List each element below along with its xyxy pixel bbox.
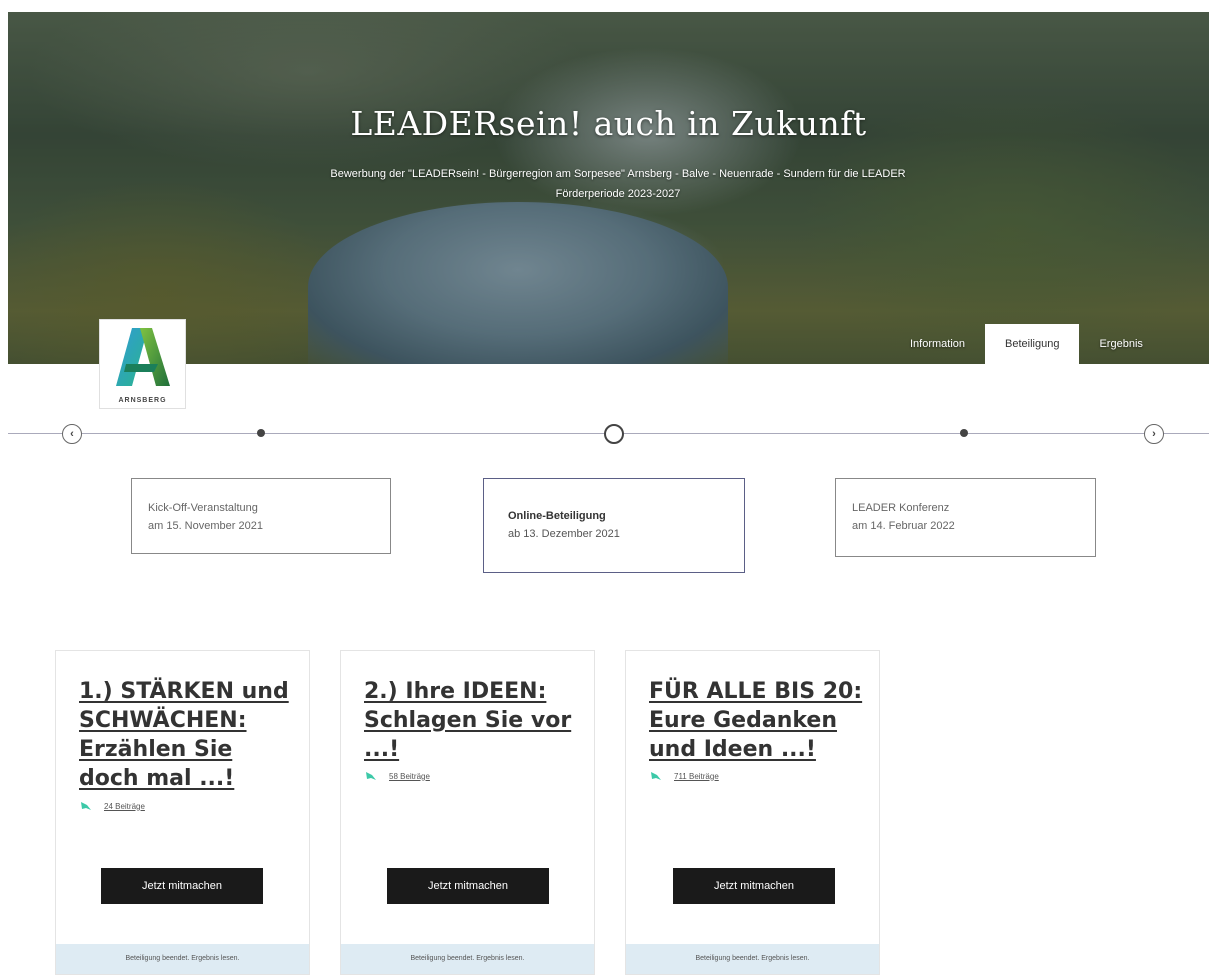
contributions-link[interactable]: 24 Beiträge <box>104 802 145 811</box>
contributions: 24 Beiträge <box>80 801 145 811</box>
event-date: am 15. November 2021 <box>148 520 263 532</box>
tab-information[interactable]: Information <box>890 324 985 364</box>
join-button[interactable]: Jetzt mitmachen <box>673 868 835 904</box>
card-footer-link[interactable]: Beteiligung beendet. Ergebnis lesen. <box>56 944 309 974</box>
contributions: 711 Beiträge <box>650 771 719 781</box>
timeline-dot-kickoff[interactable] <box>257 429 265 437</box>
timeline-event-kickoff[interactable]: Kick-Off-Veranstaltung am 15. November 2… <box>131 478 391 554</box>
participation-card: 1.) STÄRKEN und SCHWÄCHEN: Erzählen Sie … <box>55 650 310 975</box>
timeline-event-konferenz[interactable]: LEADER Konferenz am 14. Februar 2022 <box>835 478 1096 557</box>
hero-lake-image <box>308 202 728 364</box>
hero-banner: LEADERsein! auch in Zukunft Bewerbung de… <box>8 12 1209 364</box>
main-tabs: Information Beteiligung Ergebnis <box>890 324 1163 364</box>
timeline-prev-button[interactable]: ‹ <box>62 424 82 444</box>
event-title: Kick-Off-Veranstaltung <box>148 502 258 514</box>
event-title: Online-Beteiligung <box>508 510 606 522</box>
card-footer-link[interactable]: Beteiligung beendet. Ergebnis lesen. <box>626 944 879 974</box>
contributions: 58 Beiträge <box>365 771 430 781</box>
timeline-next-button[interactable]: › <box>1144 424 1164 444</box>
event-date: am 14. Februar 2022 <box>852 520 955 532</box>
speech-bubble-icon <box>81 802 91 810</box>
participation-card: FÜR ALLE BIS 20: Eure Gedanken und Ideen… <box>625 650 880 975</box>
card-title-link[interactable]: 1.) STÄRKEN und SCHWÄCHEN: Erzählen Sie … <box>79 677 295 793</box>
card-footer-link[interactable]: Beteiligung beendet. Ergebnis lesen. <box>341 944 594 974</box>
logo-text: ARNSBERG <box>118 397 167 404</box>
card-title-link[interactable]: 2.) Ihre IDEEN: Schlagen Sie vor ...! <box>364 677 580 764</box>
tab-ergebnis[interactable]: Ergebnis <box>1079 324 1162 364</box>
arnsberg-logo[interactable]: ARNSBERG <box>100 320 185 408</box>
speech-bubble-icon <box>651 772 661 780</box>
event-date: ab 13. Dezember 2021 <box>508 528 620 540</box>
speech-bubble-icon <box>366 772 376 780</box>
participation-card: 2.) Ihre IDEEN: Schlagen Sie vor ...! 58… <box>340 650 595 975</box>
contributions-link[interactable]: 711 Beiträge <box>674 772 719 781</box>
timeline-dot-online[interactable] <box>604 424 624 444</box>
join-button[interactable]: Jetzt mitmachen <box>387 868 549 904</box>
card-title-link[interactable]: FÜR ALLE BIS 20: Eure Gedanken und Ideen… <box>649 677 865 764</box>
hero-subtitle: Bewerbung der "LEADERsein! - Bürgerregio… <box>330 168 906 200</box>
timeline-dot-konferenz[interactable] <box>960 429 968 437</box>
arnsberg-a-icon <box>116 328 170 386</box>
join-button[interactable]: Jetzt mitmachen <box>101 868 263 904</box>
event-title: LEADER Konferenz <box>852 502 950 514</box>
tab-beteiligung[interactable]: Beteiligung <box>985 324 1080 364</box>
hero-title: LEADERsein! auch in Zukunft <box>350 104 867 143</box>
contributions-link[interactable]: 58 Beiträge <box>389 772 430 781</box>
timeline-event-online[interactable]: Online-Beteiligung ab 13. Dezember 2021 <box>483 478 745 573</box>
